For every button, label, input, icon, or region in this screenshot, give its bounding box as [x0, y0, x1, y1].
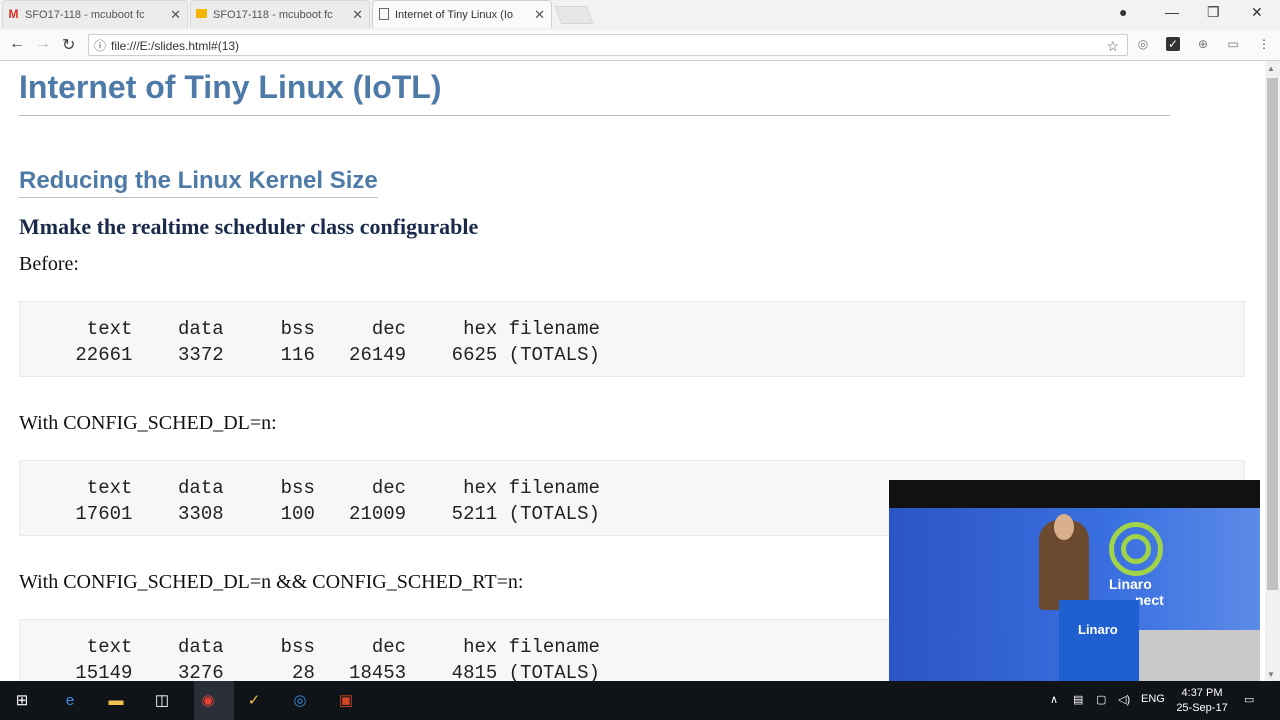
- address-bar[interactable]: ⓘ file:///E:/slides.html#(13) ☆: [88, 34, 1128, 56]
- tab-label: SFO17-118 - mcuboot fc: [25, 8, 145, 21]
- network-icon[interactable]: ▤: [1073, 693, 1083, 706]
- close-icon[interactable]: ✕: [170, 7, 181, 23]
- logo-ring-inner-icon: [1121, 534, 1151, 564]
- scroll-down-icon[interactable]: ▼: [1267, 670, 1275, 679]
- page-icon: [377, 8, 390, 21]
- code-header: text data bss dec hex filename: [64, 636, 600, 658]
- code-row: 15149 3276 28 18453 4815 (TOTALS): [64, 662, 600, 681]
- extension-check-icon[interactable]: ✓: [1166, 37, 1180, 51]
- norton-icon[interactable]: ✓: [244, 692, 264, 710]
- forward-icon[interactable]: →: [35, 35, 51, 53]
- gmail-icon: M: [8, 7, 19, 21]
- store-icon[interactable]: ◫: [152, 692, 172, 710]
- scroll-up-icon[interactable]: ▲: [1267, 64, 1275, 73]
- tab-slides[interactable]: SFO17-118 - mcuboot fc ✕: [190, 0, 370, 28]
- powerpoint-icon[interactable]: ▣: [336, 692, 356, 710]
- back-icon[interactable]: ←: [9, 35, 25, 53]
- browser-toolbar: ← → ↻ ⓘ file:///E:/slides.html#(13) ☆ ◎ …: [0, 30, 1280, 61]
- menu-icon[interactable]: ⋮: [1257, 37, 1271, 51]
- extension-cast-icon[interactable]: ▭: [1226, 37, 1240, 51]
- backdrop-logo-text: Linaro: [1109, 576, 1152, 592]
- bookmark-star-icon[interactable]: ☆: [1106, 35, 1119, 57]
- wifi-icon[interactable]: ▢: [1096, 693, 1106, 706]
- backdrop-logo-text-2: nect: [1135, 592, 1164, 608]
- tab-label: Internet of Tiny Linux (Io: [395, 8, 514, 21]
- section-label: Before:: [19, 253, 79, 275]
- tray-overflow-icon[interactable]: ∧: [1050, 693, 1058, 706]
- minimize-icon[interactable]: —: [1165, 4, 1179, 20]
- language-indicator[interactable]: ENG: [1141, 693, 1165, 705]
- profile-icon[interactable]: ●: [1119, 4, 1127, 20]
- podium: [1059, 600, 1139, 687]
- code-block: text data bss dec hex filename 22661 337…: [19, 301, 1245, 377]
- video-ceiling: [889, 480, 1260, 508]
- code-row: 17601 3308 100 21009 5211 (TOTALS): [64, 503, 600, 525]
- close-window-icon[interactable]: ✕: [1251, 4, 1263, 21]
- start-windows-icon[interactable]: ⊞: [12, 692, 32, 710]
- edge-icon[interactable]: e: [60, 692, 80, 710]
- section-label: With CONFIG_SCHED_DL=n && CONFIG_SCHED_R…: [19, 571, 524, 593]
- info-icon[interactable]: ⓘ: [94, 35, 106, 57]
- clock[interactable]: 4:37 PM 25-Sep-17: [1170, 686, 1234, 716]
- notifications-icon[interactable]: ▭: [1244, 693, 1254, 706]
- slide-subtitle: Reducing the Linux Kernel Size: [19, 167, 378, 198]
- taskbar: [0, 681, 1280, 720]
- code-header: text data bss dec hex filename: [64, 318, 600, 340]
- close-icon[interactable]: ✕: [352, 7, 363, 23]
- clock-date: 25-Sep-17: [1176, 702, 1228, 714]
- slide-heading: Mmake the realtime scheduler class confi…: [19, 214, 479, 239]
- scrollbar-thumb[interactable]: [1267, 78, 1278, 590]
- speaker-head: [1054, 514, 1074, 540]
- new-tab-button[interactable]: [554, 6, 594, 24]
- tab-gmail[interactable]: M SFO17-118 - mcuboot fc ✕: [2, 0, 188, 28]
- extension-download-icon[interactable]: ⊕: [1196, 37, 1210, 51]
- file-explorer-icon[interactable]: ▬: [106, 692, 126, 710]
- tab-label: SFO17-118 - mcuboot fc: [213, 8, 333, 21]
- reload-icon[interactable]: ↻: [62, 35, 75, 55]
- podium-logo-text: Linaro: [1078, 622, 1118, 637]
- chrome-icon[interactable]: ◉: [198, 692, 218, 710]
- url-text: file:///E:/slides.html#(13): [111, 39, 240, 53]
- side-table: [1139, 630, 1260, 687]
- app-icon[interactable]: ◎: [290, 692, 310, 710]
- speaker-video: Linaro nect Linaro: [889, 480, 1260, 687]
- tab-active[interactable]: Internet of Tiny Linux (Io ✕: [372, 0, 552, 28]
- tab-strip: M SFO17-118 - mcuboot fc ✕ SFO17-118 - m…: [0, 0, 1280, 30]
- close-icon[interactable]: ✕: [534, 7, 545, 23]
- slide-title: Internet of Tiny Linux (IoTL): [19, 69, 442, 105]
- code-row: 22661 3372 116 26149 6625 (TOTALS): [64, 344, 600, 366]
- title-divider: [19, 115, 1170, 116]
- section-label: With CONFIG_SCHED_DL=n:: [19, 412, 277, 434]
- extension-icon[interactable]: ◎: [1136, 37, 1150, 51]
- maximize-icon[interactable]: ❐: [1207, 4, 1220, 21]
- clock-time: 4:37 PM: [1181, 687, 1223, 699]
- slides-icon: [195, 8, 208, 21]
- volume-icon[interactable]: ◁): [1118, 693, 1130, 706]
- code-header: text data bss dec hex filename: [64, 477, 600, 499]
